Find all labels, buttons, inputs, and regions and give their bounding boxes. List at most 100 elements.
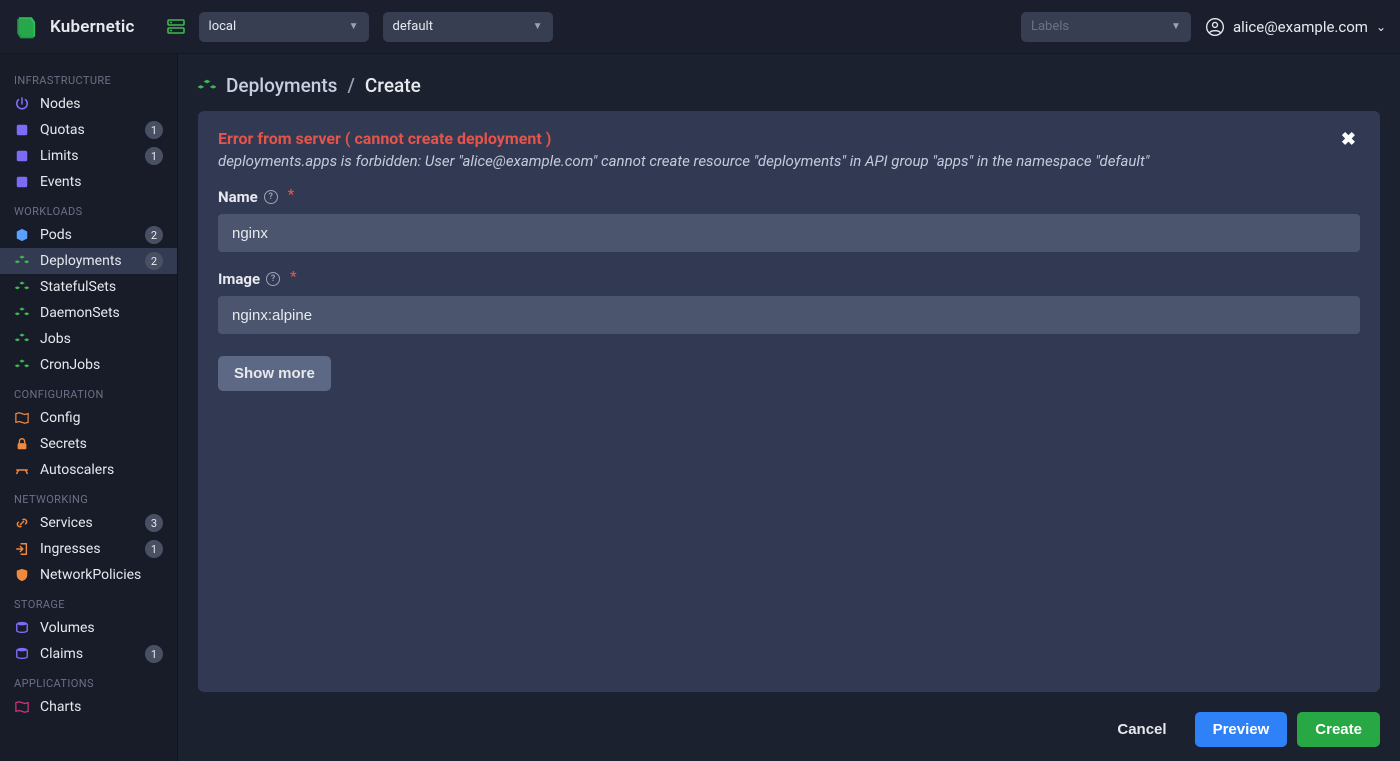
sidebar-item-label: Autoscalers — [40, 462, 163, 478]
sidebar-item-label: Services — [40, 515, 135, 531]
sidebar-item-deployments[interactable]: Deployments2 — [0, 248, 177, 274]
sidebar-item-label: Charts — [40, 699, 163, 715]
power-icon — [14, 97, 30, 111]
sidebar-item-config[interactable]: Config — [0, 405, 177, 431]
form-panel: Error from server ( cannot create deploy… — [198, 111, 1380, 692]
chevron-down-icon: ⌄ — [1376, 20, 1386, 34]
name-field: Name ? * — [218, 188, 1360, 252]
sidebar-item-claims[interactable]: Claims1 — [0, 641, 177, 667]
sidebar-item-ingresses[interactable]: Ingresses 1 — [0, 536, 177, 562]
sidebar-item-label: Ingresses — [40, 541, 135, 557]
breadcrumb-separator: / — [347, 74, 354, 97]
count-badge: 1 — [145, 540, 163, 558]
breadcrumb: Deployments / Create — [198, 74, 1380, 97]
cubes-icon — [14, 332, 30, 346]
footer-actions: Cancel Preview Create — [198, 706, 1380, 747]
cubes-icon — [14, 254, 30, 268]
sidebar-item-label: Secrets — [40, 436, 163, 452]
sidebar-item-daemonsets[interactable]: DaemonSets — [0, 300, 177, 326]
error-banner: Error from server ( cannot create deploy… — [218, 129, 1360, 170]
sidebar-item-quotas[interactable]: Quotas1 — [0, 117, 177, 143]
sidebar-item-label: Limits — [40, 148, 135, 164]
help-icon[interactable]: ? — [266, 272, 280, 286]
breadcrumb-page: Create — [365, 74, 421, 97]
user-menu[interactable]: alice@example.com ⌄ — [1205, 17, 1386, 37]
namespace-value: default — [393, 19, 433, 34]
sidebar-item-label: Pods — [40, 227, 135, 243]
sidebar-item-limits[interactable]: Limits 1 — [0, 143, 177, 169]
user-circle-icon — [1205, 17, 1225, 37]
sidebar-item-pods[interactable]: Pods2 — [0, 222, 177, 248]
sidebar-item-label: Jobs — [40, 331, 163, 347]
lock-icon — [14, 437, 30, 451]
sidebar-item-label: Events — [40, 174, 163, 190]
breadcrumb-resource[interactable]: Deployments — [226, 74, 337, 97]
sidebar-item-label: Nodes — [40, 96, 163, 112]
main: Deployments / Create Error from server (… — [178, 54, 1400, 761]
db-icon — [14, 621, 30, 635]
namespace-dropdown[interactable]: default ▼ — [383, 12, 553, 42]
cubes-icon — [14, 280, 30, 294]
server-icon[interactable] — [167, 19, 185, 35]
sidebar-item-jobs[interactable]: Jobs — [0, 326, 177, 352]
sidebar-item-secrets[interactable]: Secrets — [0, 431, 177, 457]
required-marker: * — [288, 188, 294, 202]
image-label: Image — [218, 270, 260, 288]
preview-button[interactable]: Preview — [1195, 712, 1288, 747]
sidebar-item-label: StatefulSets — [40, 279, 163, 295]
scale-icon — [14, 463, 30, 477]
context-value: local — [209, 19, 237, 34]
sidebar-item-cronjobs[interactable]: CronJobs — [0, 352, 177, 378]
count-badge: 3 — [145, 514, 163, 532]
brand: Kubernetic — [14, 14, 135, 40]
topbar: Kubernetic local ▼ default ▼ Labels ▼ al… — [0, 0, 1400, 54]
error-title: Error from server ( cannot create deploy… — [218, 129, 1337, 148]
create-button[interactable]: Create — [1297, 712, 1380, 747]
sidebar-section-label: STORAGE — [0, 588, 177, 615]
caret-down-icon: ▼ — [349, 21, 359, 32]
close-icon[interactable]: ✖ — [1337, 129, 1360, 151]
cubes-icon — [14, 358, 30, 372]
help-icon[interactable]: ? — [264, 190, 278, 204]
cube-icon — [14, 228, 30, 242]
name-label: Name — [218, 188, 258, 206]
link-icon — [14, 516, 30, 530]
count-badge: 1 — [145, 147, 163, 165]
sidebar-item-networkpolicies[interactable]: NetworkPolicies — [0, 562, 177, 588]
sidebar-section-label: WORKLOADS — [0, 195, 177, 222]
labels-dropdown[interactable]: Labels ▼ — [1021, 12, 1191, 42]
image-input[interactable] — [218, 296, 1360, 334]
brand-name: Kubernetic — [50, 17, 135, 37]
sidebar-item-services[interactable]: Services 3 — [0, 510, 177, 536]
count-badge: 1 — [145, 645, 163, 663]
sidebar-item-label: Config — [40, 410, 163, 426]
show-more-button[interactable]: Show more — [218, 356, 331, 391]
sidebar-item-label: DaemonSets — [40, 305, 163, 321]
db-icon — [14, 647, 30, 661]
quota-icon — [14, 175, 30, 189]
map-icon — [14, 700, 30, 714]
shield-icon — [14, 568, 30, 582]
sidebar-item-statefulsets[interactable]: StatefulSets — [0, 274, 177, 300]
sidebar-item-nodes[interactable]: Nodes — [0, 91, 177, 117]
logo-icon — [14, 14, 40, 40]
cubes-icon — [198, 78, 216, 94]
context-dropdown[interactable]: local ▼ — [199, 12, 369, 42]
quota-icon — [14, 149, 30, 163]
cancel-button[interactable]: Cancel — [1099, 712, 1184, 747]
sidebar: INFRASTRUCTURENodesQuotas1Limits1EventsW… — [0, 54, 178, 761]
quota-icon — [14, 123, 30, 137]
name-input[interactable] — [218, 214, 1360, 252]
image-field: Image ? * — [218, 270, 1360, 334]
sidebar-item-autoscalers[interactable]: Autoscalers — [0, 457, 177, 483]
labels-placeholder: Labels — [1031, 19, 1069, 34]
login-icon — [14, 542, 30, 556]
sidebar-item-label: Deployments — [40, 253, 135, 269]
sidebar-section-label: NETWORKING — [0, 483, 177, 510]
sidebar-section-label: APPLICATIONS — [0, 667, 177, 694]
required-marker: * — [290, 270, 296, 284]
sidebar-item-charts[interactable]: Charts — [0, 694, 177, 720]
caret-down-icon: ▼ — [1171, 21, 1181, 32]
sidebar-item-events[interactable]: Events — [0, 169, 177, 195]
sidebar-item-volumes[interactable]: Volumes — [0, 615, 177, 641]
